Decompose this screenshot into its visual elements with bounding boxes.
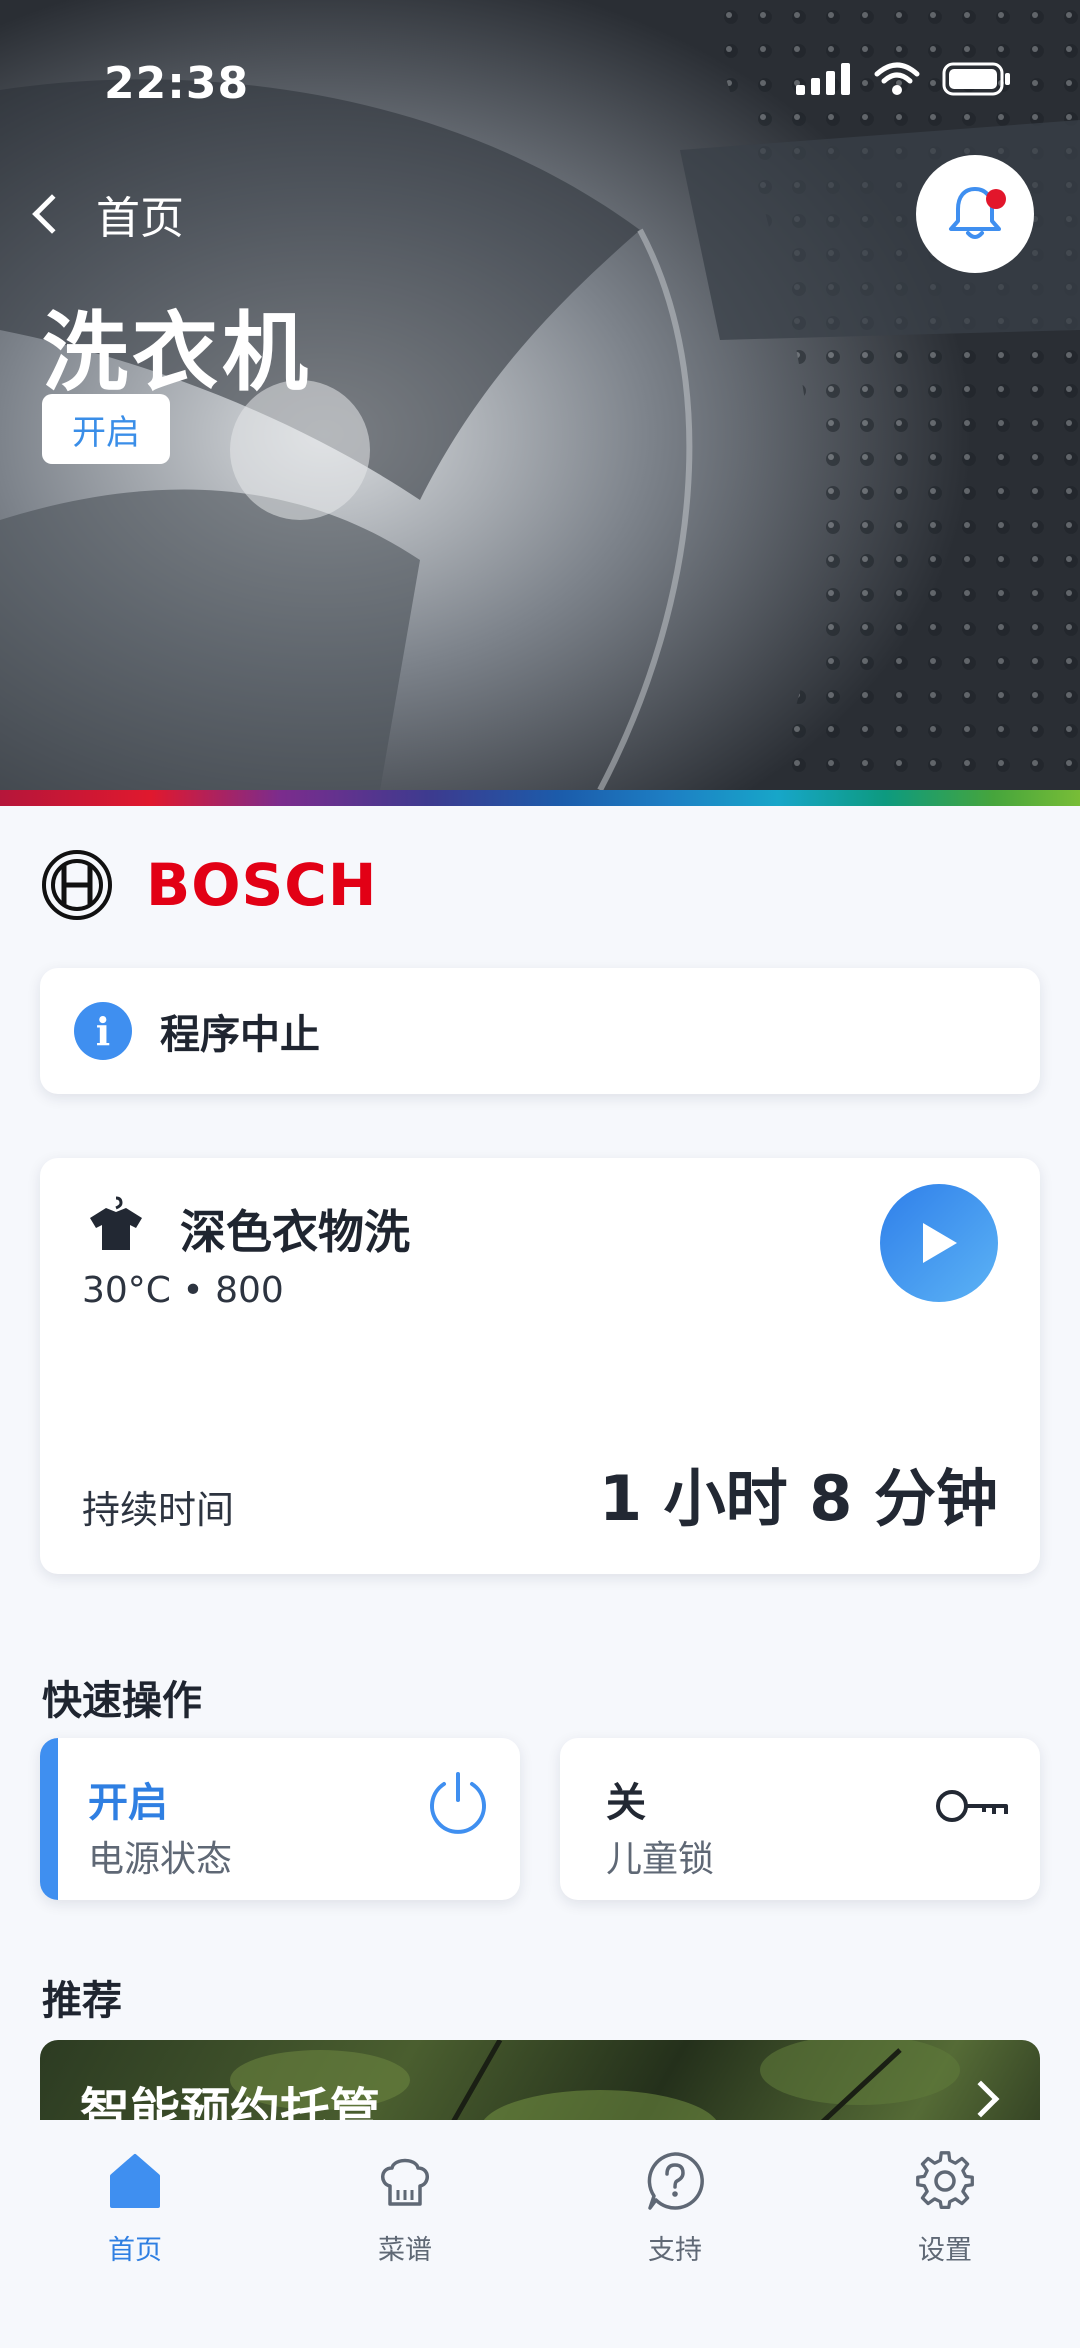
child-lock-value: 关 [606, 1780, 646, 1826]
key-icon [936, 1790, 1008, 1822]
home-icon [110, 2154, 160, 2208]
duration-label: 持续时间 [82, 1488, 235, 1532]
page-title: 洗衣机 [42, 303, 312, 403]
play-icon [923, 1223, 957, 1263]
brand-color-strip [0, 790, 1080, 806]
back-button[interactable]: 首页 [24, 182, 184, 246]
gear-icon [916, 2151, 974, 2209]
chevron-left-icon [32, 194, 72, 234]
power-toggle[interactable]: 开启 电源状态 [40, 1738, 520, 1900]
quick-actions-title: 快速操作 [42, 1678, 202, 1724]
tab-label: 首页 [108, 2235, 162, 2266]
tab-label: 设置 [918, 2235, 972, 2266]
tab-support[interactable]: 支持 [540, 2120, 810, 2348]
power-icon [430, 1772, 486, 1834]
start-program-button[interactable] [880, 1184, 998, 1302]
status-icons [796, 62, 1012, 96]
tab-home[interactable]: 首页 [0, 2120, 270, 2348]
notification-button[interactable] [916, 155, 1034, 273]
program-details: 30°C • 800 [82, 1270, 284, 1311]
recommend-title: 推荐 [42, 1978, 122, 2024]
back-label: 首页 [96, 193, 184, 244]
device-status-badge: 开启 [42, 394, 170, 464]
tab-label: 菜谱 [378, 2235, 432, 2266]
wifi-icon [874, 62, 920, 95]
child-lock-label: 儿童锁 [606, 1839, 715, 1880]
program-name: 深色衣物洗 [180, 1205, 410, 1259]
program-card[interactable]: 深色衣物洗 30°C • 800 持续时间 1 小时 8 分钟 [40, 1158, 1040, 1574]
brand-header: BOSCH [40, 848, 377, 922]
power-state-value: 开启 [88, 1780, 168, 1826]
active-indicator-bar [40, 1738, 58, 1900]
shirt-icon [90, 1196, 142, 1250]
status-time: 22:38 [104, 58, 250, 109]
notification-dot [986, 189, 1006, 209]
tab-recipes[interactable]: 菜谱 [270, 2120, 540, 2348]
chef-hat-icon [381, 2158, 429, 2206]
duration-value: 1 小时 8 分钟 [598, 1462, 998, 1535]
program-status-text: 程序中止 [160, 1012, 320, 1058]
child-lock-toggle[interactable]: 关 儿童锁 [560, 1738, 1040, 1900]
help-icon [647, 2152, 704, 2210]
bosch-logo-icon [42, 850, 112, 920]
cellular-signal-icon [796, 63, 850, 95]
tab-settings[interactable]: 设置 [810, 2120, 1080, 2348]
tab-label: 支持 [648, 2235, 702, 2266]
battery-icon [942, 62, 1010, 96]
program-status-card: i 程序中止 [40, 968, 1040, 1094]
bottom-tab-bar: 首页 菜谱 支持 设置 [0, 2120, 1080, 2348]
power-state-label: 电源状态 [88, 1839, 233, 1880]
brand-name: BOSCH [146, 851, 378, 919]
info-icon: i [74, 1002, 132, 1060]
